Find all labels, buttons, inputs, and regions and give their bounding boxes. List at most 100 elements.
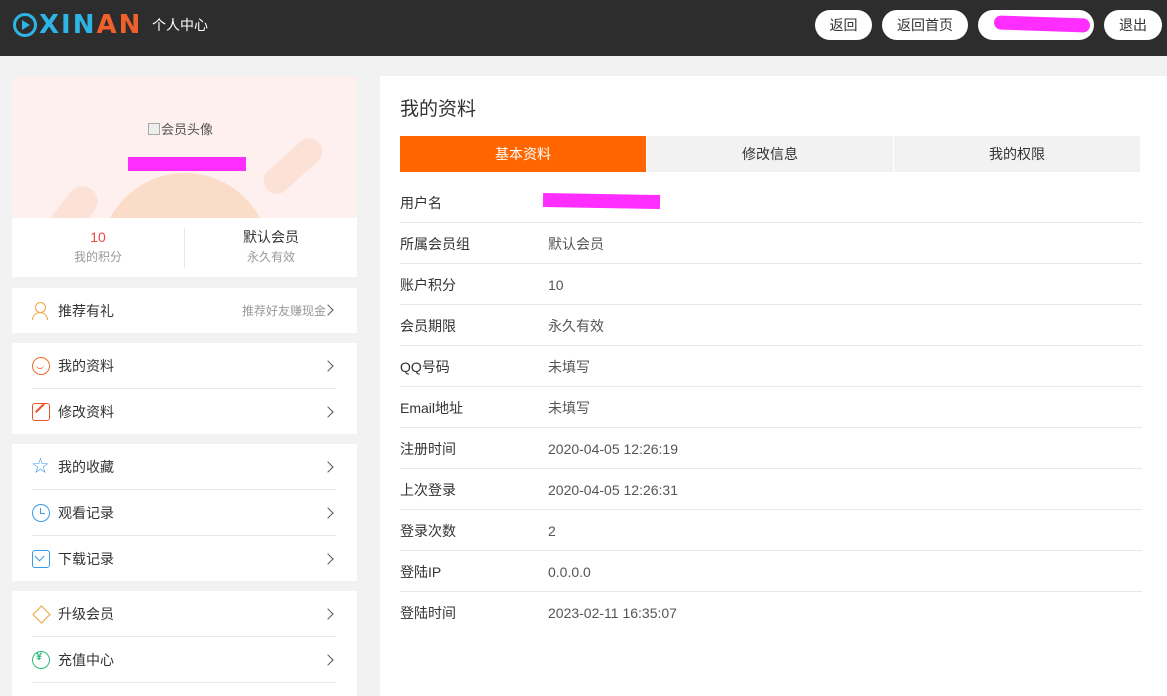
chevron-right-icon xyxy=(322,507,334,519)
info-row-points: 账户积分 10 xyxy=(400,264,1142,305)
info-row-email: Email地址 未填写 xyxy=(400,387,1142,428)
info-row-login-count: 登录次数 2 xyxy=(400,510,1142,551)
header-title: 个人中心 xyxy=(152,17,208,33)
row-label: QQ号码 xyxy=(400,359,450,375)
info-row-username: 用户名 xyxy=(400,182,1142,223)
menu-item-referral[interactable]: 推荐有礼 推荐好友赚现金 xyxy=(32,288,336,333)
page-title: 我的资料 xyxy=(400,99,477,120)
group-expiry: 永久有效 xyxy=(246,250,295,264)
star-icon xyxy=(31,454,50,478)
points-value: 10 xyxy=(90,229,106,245)
referral-hint: 推荐好友赚现金 xyxy=(241,304,326,318)
menu-item-label: 我的资料 xyxy=(58,357,114,374)
row-label: 上次登录 xyxy=(400,482,456,498)
menu-item-label: 推荐有礼 xyxy=(58,302,114,319)
site-logo[interactable]: XINAN xyxy=(13,11,142,39)
row-value: 2020-04-05 12:26:19 xyxy=(548,441,678,457)
chevron-right-icon xyxy=(322,406,334,418)
logout-button[interactable]: 退出 xyxy=(1104,10,1162,40)
play-logo-icon xyxy=(13,13,37,37)
home-button[interactable]: 返回首页 xyxy=(882,10,968,40)
row-label: 登录次数 xyxy=(400,523,456,539)
tab-edit-info[interactable]: 修改信息 xyxy=(647,136,893,172)
row-value: 未填写 xyxy=(548,400,590,416)
avatar-alt-text: 会员头像 xyxy=(161,122,214,137)
row-value: 未填写 xyxy=(548,359,590,375)
row-value: 2023-02-11 16:35:07 xyxy=(548,605,677,621)
row-value: 2 xyxy=(548,523,556,539)
menu-item-upgrade[interactable]: 升级会员 xyxy=(32,591,336,637)
banner-decoration xyxy=(30,180,104,218)
tab-permissions[interactable]: 我的权限 xyxy=(894,136,1140,172)
profile-menu-card: 我的资料 修改资料 xyxy=(12,343,357,434)
row-label: Email地址 xyxy=(400,400,464,416)
row-value: 10 xyxy=(548,277,564,293)
chevron-right-icon xyxy=(322,608,334,620)
menu-item-downloads[interactable]: 下载记录 xyxy=(32,536,336,582)
group-stat: 默认会员 永久有效 xyxy=(185,228,357,265)
row-value: 2020-04-05 12:26:31 xyxy=(548,482,678,498)
chevron-right-icon xyxy=(322,461,334,473)
clock-icon xyxy=(32,503,50,522)
info-row-login-time: 登陆时间 2023-02-11 16:35:07 xyxy=(400,592,1142,633)
redacted-username xyxy=(128,157,246,171)
row-label: 登陆IP xyxy=(400,564,442,580)
row-value: 0.0.0.0 xyxy=(548,564,591,580)
smile-icon xyxy=(32,356,50,375)
logo-text: XINAN xyxy=(39,10,143,40)
banner-decoration xyxy=(100,173,270,218)
chevron-right-icon xyxy=(322,360,334,372)
back-button[interactable]: 返回 xyxy=(815,10,872,40)
top-header: XINAN 个人中心 返回 返回首页 退出 xyxy=(0,0,1167,56)
menu-item-label: 充值中心 xyxy=(58,651,114,668)
menu-item-label: 升级会员 xyxy=(58,605,114,622)
activity-menu-card: 我的收藏 观看记录 下载记录 xyxy=(12,444,357,581)
tab-basic-info[interactable]: 基本资料 xyxy=(400,136,646,172)
user-add-icon xyxy=(32,301,50,320)
menu-item-history[interactable]: 观看记录 xyxy=(32,490,336,536)
referral-card: 推荐有礼 推荐好友赚现金 xyxy=(12,288,357,333)
row-value: 永久有效 xyxy=(548,318,604,334)
broken-image-icon xyxy=(148,122,160,135)
banner-decoration xyxy=(258,132,328,200)
chevron-right-icon xyxy=(322,654,334,666)
group-value: 默认会员 xyxy=(243,229,299,245)
menu-item-edit-profile[interactable]: 修改资料 xyxy=(32,389,336,435)
avatar[interactable]: 会员头像 xyxy=(148,119,213,138)
chevron-right-icon xyxy=(322,553,334,565)
redacted-username xyxy=(542,192,661,210)
edit-icon xyxy=(32,403,50,421)
row-label: 所属会员组 xyxy=(400,236,470,252)
profile-tabs: 基本资料 修改信息 我的权限 xyxy=(400,136,1142,172)
menu-item-label: 下载记录 xyxy=(58,551,114,567)
row-label: 会员期限 xyxy=(400,318,456,334)
info-row-login-ip: 登陆IP 0.0.0.0 xyxy=(400,551,1142,592)
menu-item-label: 我的收藏 xyxy=(58,458,114,475)
menu-item-label: 修改资料 xyxy=(58,404,114,420)
points-label: 我的积分 xyxy=(73,250,122,264)
info-row-last-login: 上次登录 2020-04-05 12:26:31 xyxy=(400,469,1142,510)
menu-item-my-profile[interactable]: 我的资料 xyxy=(32,343,336,389)
recharge-icon xyxy=(32,650,50,669)
diamond-icon xyxy=(32,605,50,623)
profile-card: 会员头像 10 我的积分 默认会员 永久有效 xyxy=(12,77,357,277)
row-label: 登陆时间 xyxy=(400,605,456,621)
row-value: 默认会员 xyxy=(548,236,604,252)
row-label: 用户名 xyxy=(400,195,442,211)
redacted-username xyxy=(993,15,1091,33)
info-row-qq: QQ号码 未填写 xyxy=(400,346,1142,387)
info-table: 用户名 所属会员组 默认会员 账户积分 10 会员期限 永久有效 QQ号码 未填… xyxy=(400,182,1142,633)
username-button[interactable] xyxy=(978,10,1094,40)
profile-panel: 我的资料 基本资料 修改信息 我的权限 用户名 所属会员组 默认会员 账户积分 … xyxy=(380,76,1167,696)
info-row-expiry: 会员期限 永久有效 xyxy=(400,305,1142,346)
profile-banner: 会员头像 xyxy=(12,77,357,218)
menu-item-label: 观看记录 xyxy=(58,504,114,521)
info-row-group: 所属会员组 默认会员 xyxy=(400,223,1142,264)
info-row-register-time: 注册时间 2020-04-05 12:26:19 xyxy=(400,428,1142,469)
menu-item-favorites[interactable]: 我的收藏 xyxy=(31,444,336,490)
membership-menu-card: 升级会员 充值中心 xyxy=(12,591,357,696)
row-label: 注册时间 xyxy=(400,441,456,457)
row-label: 账户积分 xyxy=(400,277,456,293)
menu-item-recharge[interactable]: 充值中心 xyxy=(32,637,336,683)
download-icon xyxy=(32,550,50,568)
